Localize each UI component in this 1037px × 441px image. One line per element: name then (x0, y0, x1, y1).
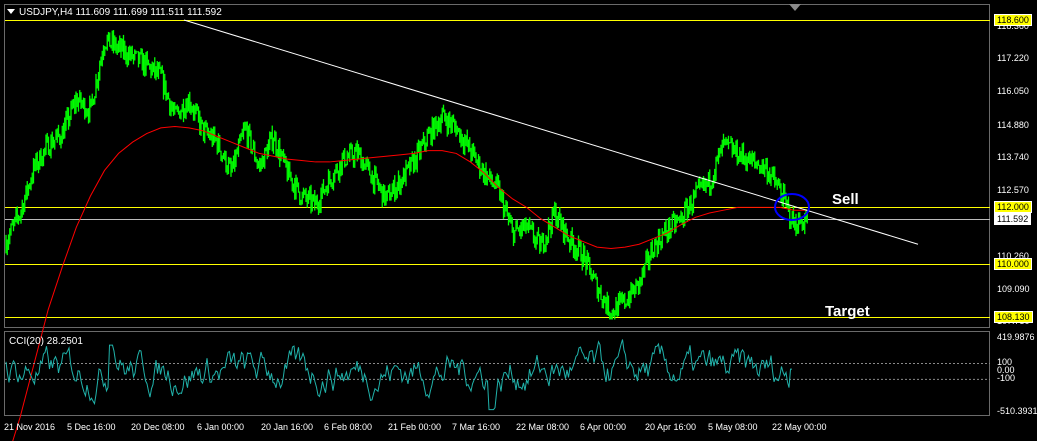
price-bars (5, 30, 808, 320)
price-axis-label: 116.050 (997, 86, 1029, 97)
price-axis-label: 109.090 (997, 283, 1030, 294)
time-axis-label: 22 Mar 08:00 (516, 422, 570, 432)
chart-canvas (5, 19, 990, 441)
cci-line (5, 339, 792, 411)
time-axis-label: 7 Mar 16:00 (452, 422, 501, 432)
dropdown-arrow-icon[interactable] (7, 9, 15, 14)
open-value: 111.609 (75, 7, 111, 18)
time-axis-label: 6 Jan 00:00 (197, 422, 245, 432)
symbol-ohlc-header: USDJPY,H4 111.609 111.699 111.511 111.59… (7, 7, 222, 18)
price-tag-current: 111.592 (994, 212, 1032, 225)
time-axis-label: 21 Feb 00:00 (388, 422, 442, 432)
price-axis-label: 112.570 (997, 185, 1029, 196)
time-axis-label: 20 Apr 16:00 (645, 422, 697, 432)
high-value: 111.699 (112, 7, 148, 18)
time-axis-label: 5 Dec 16:00 (67, 422, 116, 432)
price-tag-target: 108.130 (994, 311, 1033, 324)
price-axis-label: 113.740 (997, 151, 1029, 162)
chart-window: USDJPY,H4 111.609 111.699 111.511 111.59… (0, 0, 1037, 441)
target-annotation: Target (825, 303, 870, 320)
cci-axis-label: -100 (997, 373, 1016, 384)
price-axis-label: 117.220 (997, 53, 1029, 64)
price-axis-label: 114.880 (997, 119, 1029, 130)
time-axis-label: 6 Feb 08:00 (324, 422, 373, 432)
time-axis-label: 5 May 08:00 (708, 422, 758, 432)
low-value: 111.511 (150, 7, 185, 18)
price-tag-sell-level: 112.000 (994, 201, 1032, 214)
time-axis-label: 21 Nov 2016 (4, 422, 56, 432)
cci-header: CCI(20) 28.2501 (9, 336, 83, 347)
sell-annotation: Sell (832, 191, 859, 208)
price-tag-top: 118.600 (994, 14, 1032, 26)
close-value: 111.592 (187, 7, 222, 18)
time-axis-label: 6 Apr 00:00 (580, 422, 627, 432)
time-axis-label: 20 Jan 16:00 (261, 422, 314, 432)
symbol-label: USDJPY,H4 (19, 7, 73, 18)
time-axis-label: 20 Dec 08:00 (131, 422, 185, 432)
cci-axis-label: -510.3931 (997, 406, 1037, 416)
price-tag-support: 110.000 (994, 258, 1032, 271)
time-axis-label: 22 May 00:00 (772, 422, 827, 432)
cci-axis-label: 419.9876 (997, 332, 1035, 342)
